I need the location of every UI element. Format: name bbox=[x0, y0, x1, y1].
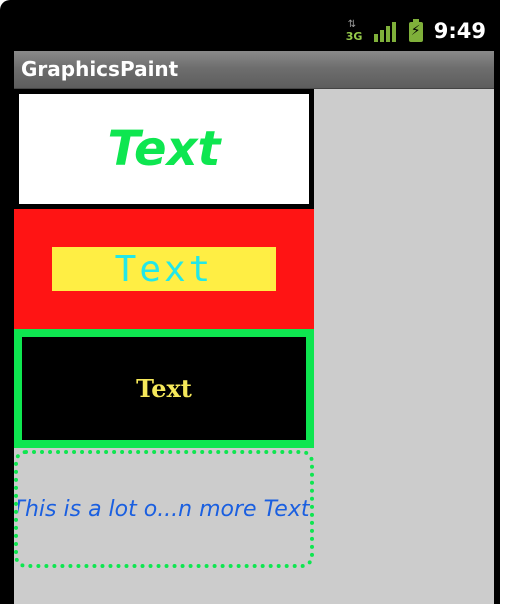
signal-strength-icon bbox=[373, 20, 398, 42]
text-bold-italic-green: Text bbox=[107, 121, 221, 177]
text-mono-cyan: Text bbox=[114, 248, 214, 290]
text-panel-green-border: Text bbox=[14, 329, 314, 448]
text-ellipsized-blue: This is a lot o...n more Text. bbox=[14, 496, 314, 522]
text-panel-bordered-white: Text bbox=[14, 89, 314, 209]
status-clock: 9:49 bbox=[433, 19, 486, 43]
text-panel-dotted-rounded: This is a lot o...n more Text. bbox=[14, 450, 314, 568]
network-3g-icon: ⇅ 3G bbox=[346, 19, 364, 43]
status-bar: ⇅ 3G ⚡ 9:49 bbox=[14, 12, 494, 50]
network-type-label: 3G bbox=[345, 30, 363, 43]
app-title-bar: GraphicsPaint bbox=[14, 51, 494, 89]
text-serif-yellow: Text bbox=[136, 374, 192, 403]
device-right-bezel bbox=[494, 0, 514, 604]
text-panel-yellow-box: Text bbox=[52, 247, 276, 291]
battery-charging-icon: ⚡ bbox=[408, 19, 424, 43]
text-panel-black-box: Text bbox=[22, 337, 306, 440]
data-activity-arrows-icon: ⇅ bbox=[347, 19, 356, 30]
text-panel-red: Text bbox=[14, 209, 314, 329]
app-title: GraphicsPaint bbox=[21, 57, 179, 81]
graphics-canvas[interactable]: Text Text Text This is a lot o...n more … bbox=[14, 89, 494, 604]
text-panel-inner: Text bbox=[19, 94, 309, 204]
status-icons: ⇅ 3G ⚡ 9:49 bbox=[346, 12, 486, 50]
device-corner bbox=[0, 0, 14, 14]
